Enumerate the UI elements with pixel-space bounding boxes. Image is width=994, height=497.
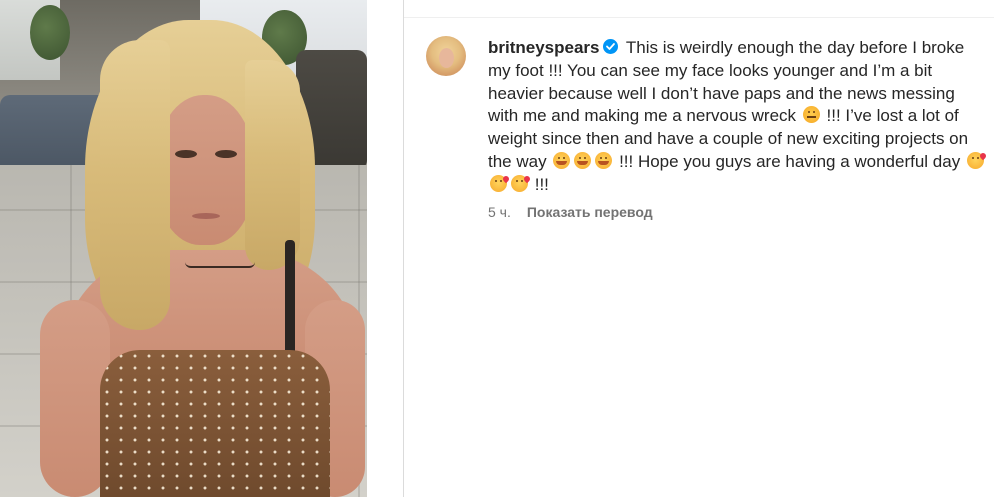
face-blowing-kiss-emoji-icon (490, 174, 507, 192)
timestamp[interactable]: 5 ч. (488, 204, 511, 220)
author-username[interactable]: britneyspears (488, 38, 600, 57)
media-face (155, 95, 255, 245)
hand-over-mouth-emoji-icon (595, 151, 613, 169)
media-hair-strand-left (100, 40, 170, 330)
show-translation-button[interactable]: Показать перевод (527, 204, 653, 220)
media-necklace (185, 262, 255, 268)
media-mouth (192, 213, 220, 219)
hand-over-mouth-emoji-icon (553, 151, 571, 169)
media-eye-left (175, 150, 197, 158)
media-person (40, 0, 367, 497)
hand-over-mouth-emoji-icon (574, 151, 592, 169)
media-hair-strand-right (245, 60, 300, 270)
panel-divider (403, 0, 404, 497)
caption-text-part4: !!! (534, 174, 549, 194)
avatar-face (439, 48, 454, 68)
verified-badge-icon (602, 39, 618, 54)
caption: britneyspears This is weirdly enough the… (488, 37, 988, 197)
author-avatar[interactable] (426, 36, 466, 76)
caption-meta: 5 ч. Показать перевод (488, 204, 653, 220)
header-divider (404, 17, 994, 18)
media-dress (100, 350, 330, 497)
angry-face-emoji-icon (802, 106, 820, 124)
face-blowing-kiss-emoji-icon (966, 151, 984, 169)
media-eye-right (215, 150, 237, 158)
media-dress-strap (285, 240, 295, 360)
face-blowing-kiss-emoji-icon (511, 174, 528, 192)
caption-text-part3: !!! Hope you guys are having a wonderful… (619, 151, 961, 171)
post-media[interactable] (0, 0, 367, 497)
